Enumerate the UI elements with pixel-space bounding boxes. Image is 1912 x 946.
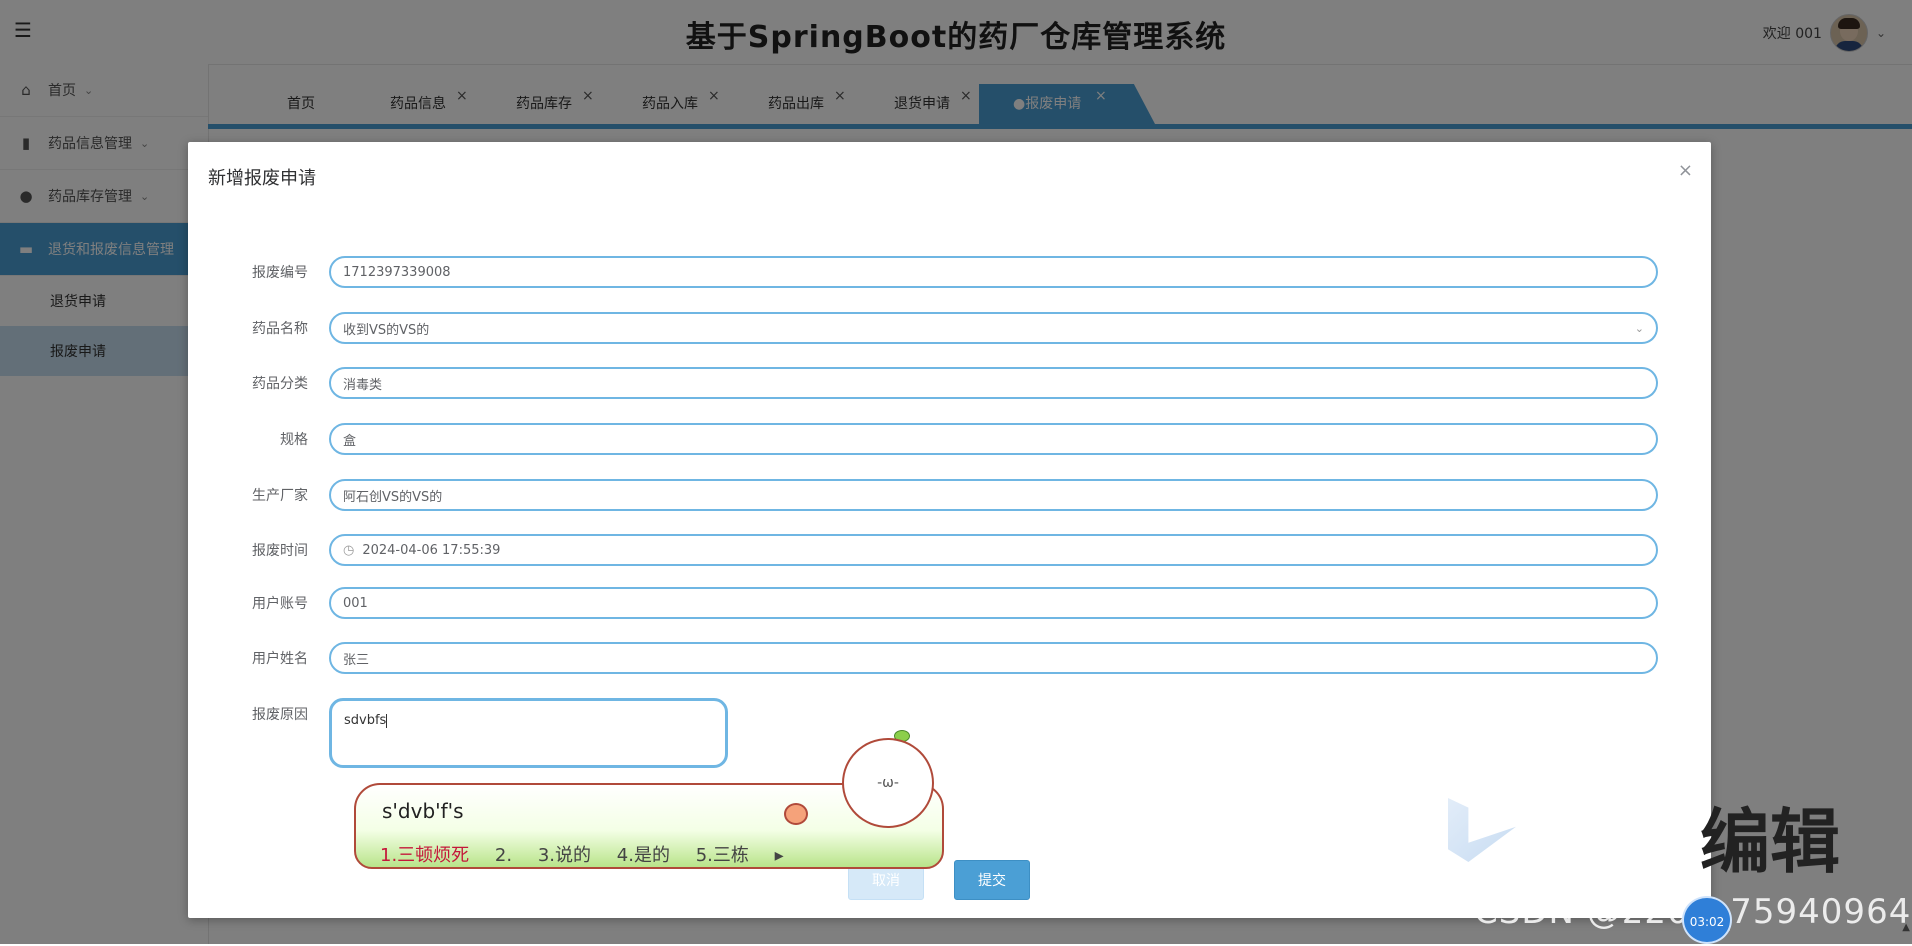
spec-input[interactable]: 盒	[329, 423, 1658, 455]
ime-candidate[interactable]: 1.三顿烦死	[380, 845, 469, 866]
field-value: 001	[343, 595, 368, 611]
field-label: 药品分类	[252, 376, 308, 392]
field-value: sdvbfs	[344, 713, 387, 728]
field-label: 报废编号	[252, 265, 308, 281]
scrap-time-picker[interactable]: ◷ 2024-04-06 17:55:39	[329, 534, 1658, 566]
ime-candidate[interactable]: 5.三栋	[696, 845, 749, 866]
ime-candidate[interactable]: 4.是的	[617, 845, 670, 866]
close-icon[interactable]: ×	[1678, 160, 1693, 181]
submit-button[interactable]: 提交	[954, 860, 1030, 900]
field-label: 用户姓名	[252, 651, 308, 667]
field-label: 用户账号	[252, 596, 308, 612]
field-value: 2024-04-06 17:55:39	[362, 542, 501, 558]
field-value: 消毒类	[343, 377, 383, 393]
field-value: 张三	[343, 652, 370, 668]
ime-mascot: -ω-	[842, 738, 934, 828]
scrap-reason-textarea[interactable]: sdvbfs	[329, 698, 728, 768]
edit-overlay-text: 编辑	[1700, 801, 1840, 883]
user-account-input[interactable]: 001	[329, 587, 1658, 619]
clock-icon: ◷	[343, 542, 355, 558]
text-caret	[386, 713, 388, 728]
ime-candidates: 1.三顿烦死 2. 3.说的 4.是的 5.三栋 ▸	[380, 841, 804, 867]
scrap-id-input[interactable]: 1712397339008	[329, 256, 1658, 288]
drug-name-select[interactable]: 收到VS的VS的 ⌄	[329, 312, 1658, 344]
ime-candidate[interactable]: 3.说的	[538, 845, 591, 866]
drug-category-input[interactable]: 消毒类	[329, 367, 1658, 399]
dialog-title: 新增报废申请	[208, 168, 316, 189]
field-value: 1712397339008	[343, 264, 451, 280]
field-label: 规格	[280, 432, 308, 448]
field-label: 报废时间	[252, 543, 308, 559]
ime-composition: s'dvb'f's	[382, 799, 464, 823]
field-value: 阿石创VS的VS的	[343, 489, 443, 505]
ime-candidate[interactable]: 2.	[495, 845, 512, 866]
manufacturer-input[interactable]: 阿石创VS的VS的	[329, 479, 1658, 511]
field-label: 报废原因	[252, 707, 308, 723]
field-value: 收到VS的VS的	[343, 322, 430, 338]
field-label: 药品名称	[252, 321, 308, 337]
scroll-arrow-icon[interactable]: ▲	[1902, 922, 1910, 933]
field-label: 生产厂家	[252, 488, 308, 504]
recording-timer[interactable]: 03:02	[1682, 896, 1732, 944]
user-name-input[interactable]: 张三	[329, 642, 1658, 674]
ime-logo-icon[interactable]	[784, 803, 808, 825]
next-page-icon[interactable]: ▸	[775, 845, 784, 866]
field-value: 盒	[343, 433, 357, 449]
chevron-down-icon: ⌄	[1634, 321, 1644, 335]
